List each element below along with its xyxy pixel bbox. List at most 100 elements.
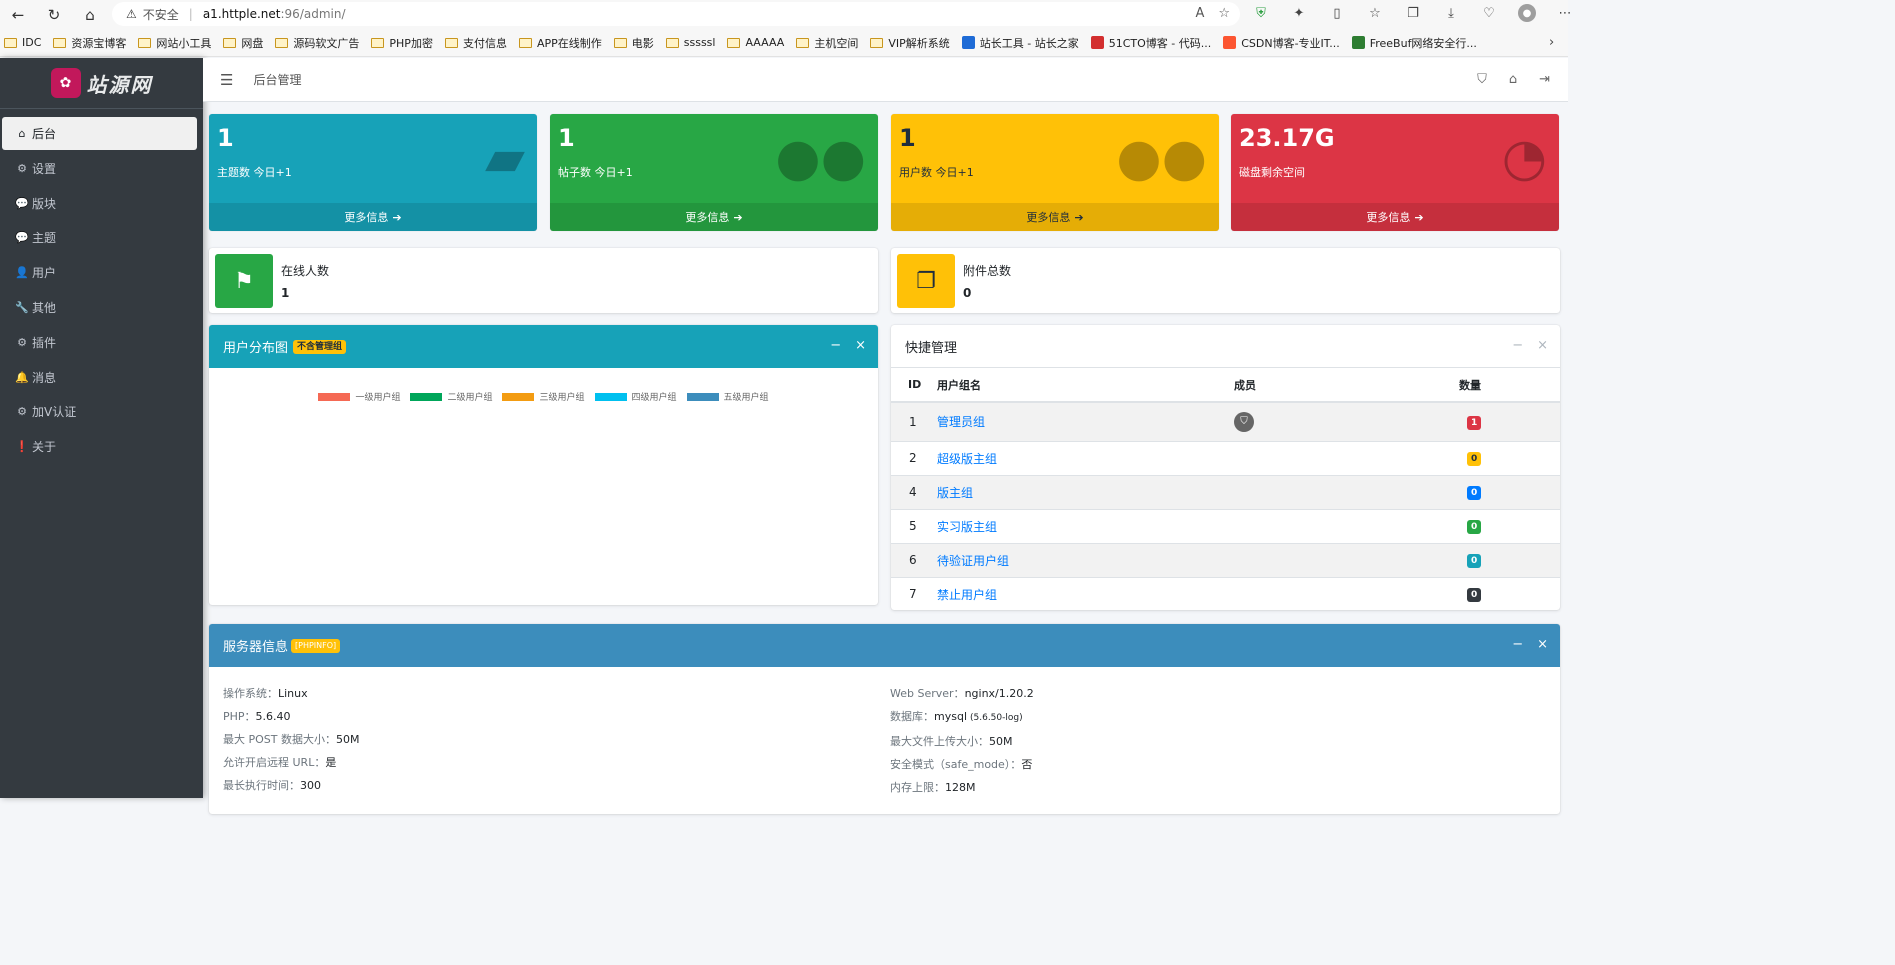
server-info-key: 最大文件上传大小： <box>890 735 989 748</box>
sidebar-item-1[interactable]: ⚙ 设置 <box>2 152 197 185</box>
split-screen-icon[interactable]: ▯ <box>1328 4 1346 22</box>
collections-icon[interactable]: ❐ <box>1404 4 1422 22</box>
sidebar-item-2[interactable]: 💬 版块 <box>2 187 197 220</box>
favorite-star-icon[interactable]: ☆ <box>1218 6 1230 21</box>
sidebar-item-9[interactable]: ❗ 关于 <box>2 430 197 463</box>
brand-logo[interactable]: ✿ 站源网 <box>0 58 203 109</box>
info-box-number: 1 <box>281 286 290 300</box>
legend-item[interactable]: 三级用户组 <box>502 390 585 403</box>
bookmark-item[interactable]: sssssl <box>665 36 715 49</box>
sidebar-item-label: 主题 <box>32 231 57 246</box>
server-info-value: 否 <box>1021 758 1033 771</box>
bookmark-item[interactable]: 资源宝博客 <box>53 35 126 51</box>
phpinfo-badge[interactable]: [PHPINFO] <box>291 638 341 653</box>
bookmark-item[interactable]: 网盘 <box>223 35 263 51</box>
usergroup-link[interactable]: 版主组 <box>937 486 973 500</box>
usergroup-link[interactable]: 待验证用户组 <box>937 554 1009 568</box>
bookmark-item[interactable]: APP在线制作 <box>518 35 602 51</box>
close-icon[interactable]: × <box>1537 637 1548 652</box>
close-icon[interactable]: × <box>1537 338 1548 353</box>
sidebar-item-8[interactable]: ⚙ 加V认证 <box>2 395 197 428</box>
extensions-icon[interactable]: ✦ <box>1290 4 1308 22</box>
home-icon[interactable]: ⌂ <box>80 5 100 25</box>
stat-label: 主题数 今日+1 <box>217 166 292 179</box>
legend-item[interactable]: 五级用户组 <box>686 390 769 403</box>
chevron-right-icon[interactable]: › <box>1549 35 1554 50</box>
table-row: 5 实习版主组 0 <box>891 508 1560 543</box>
card-header: 用户分布图 不含管理组 − × <box>209 325 878 368</box>
server-info-key: 操作系统： <box>223 687 278 700</box>
collapse-icon[interactable]: − <box>1512 338 1523 353</box>
more-info-link[interactable]: 更多信息 ➔ <box>550 203 878 231</box>
legend-item[interactable]: 一级用户组 <box>318 390 400 403</box>
shield-extension-icon[interactable]: ⛨ <box>1252 4 1270 22</box>
collapse-icon[interactable]: − <box>830 338 841 353</box>
bookmark-item[interactable]: IDC <box>4 36 41 49</box>
bookmark-item[interactable]: 主机空间 <box>796 35 858 51</box>
legend-item[interactable]: 四级用户组 <box>594 390 677 403</box>
profile-avatar-icon[interactable]: ● <box>1518 4 1536 22</box>
sidebar-item-0[interactable]: ⌂ 后台 <box>2 117 197 150</box>
close-icon[interactable]: × <box>855 338 866 353</box>
more-menu-icon[interactable]: ⋯ <box>1556 4 1574 22</box>
read-aloud-icon[interactable]: A <box>1195 6 1204 21</box>
bookmark-item[interactable]: CSDN博客-专业IT... <box>1223 35 1340 51</box>
avatar-icon[interactable]: ⛉ <box>1477 72 1487 87</box>
health-icon[interactable]: ♡ <box>1480 4 1498 22</box>
bookmark-label: 源码软文广告 <box>293 36 360 50</box>
back-arrow-icon[interactable]: ← <box>8 5 28 25</box>
bookmark-item[interactable]: 站长工具 - 站长之家 <box>961 35 1079 51</box>
gear-icon: ⚙ <box>17 161 27 175</box>
cell-count: 0 <box>1459 474 1560 509</box>
more-info-link[interactable]: 更多信息 ➔ <box>891 203 1219 231</box>
usergroup-link[interactable]: 禁止用户组 <box>937 588 997 602</box>
bookmark-item[interactable]: 源码软文广告 <box>275 35 359 51</box>
sidebar-item-6[interactable]: ⚙ 插件 <box>2 326 197 359</box>
more-info-link[interactable]: 更多信息 ➔ <box>1231 203 1559 231</box>
stat-card-2: 1 用户数 今日+1 ●● 更多信息 ➔ <box>891 114 1219 231</box>
collapse-icon[interactable]: − <box>1512 637 1523 652</box>
favorites-icon[interactable]: ☆ <box>1366 4 1384 22</box>
address-bar[interactable]: ⚠ 不安全 | a1.httple.net:96/admin/ A ☆ <box>112 2 1240 26</box>
info-box-text: 附件总数 <box>963 264 1012 278</box>
bookmark-item[interactable]: 网站小工具 <box>138 35 211 51</box>
sidebar-item-4[interactable]: 👤 用户 <box>2 256 197 289</box>
usergroup-link[interactable]: 管理员组 <box>937 415 985 429</box>
legend-item[interactable]: 二级用户组 <box>410 390 492 403</box>
more-info-link[interactable]: 更多信息 ➔ <box>209 203 537 231</box>
hamburger-menu-icon[interactable]: ☰ <box>220 71 233 89</box>
address-separator: | <box>188 7 193 21</box>
info-box-text: 在线人数 <box>281 264 330 278</box>
sidebar-item-5[interactable]: 🔧 其他 <box>2 291 197 324</box>
downloads-icon[interactable]: ⤓ <box>1442 4 1460 22</box>
breadcrumb[interactable]: 后台管理 <box>253 71 301 88</box>
bookmark-label: 网盘 <box>241 36 264 50</box>
bookmark-item[interactable]: 51CTO博客 - 代码... <box>1090 35 1212 51</box>
server-info-key: 安全模式（safe_mode）： <box>890 758 1022 771</box>
bookmark-item[interactable]: FreeBuf网络安全行... <box>1351 35 1477 51</box>
usergroup-link[interactable]: 超级版主组 <box>937 452 997 466</box>
bookmark-item[interactable]: AAAAA <box>727 36 784 49</box>
table-row: 1 管理员组 ⛉ 1 <box>891 401 1560 441</box>
bookmark-item[interactable]: VIP解析系统 <box>870 35 950 51</box>
bookmark-label: 51CTO博客 - 代码... <box>1108 36 1212 50</box>
home-icon[interactable]: ⌂ <box>1509 72 1517 87</box>
table-header-row: ID 用户组名 成员 数量 <box>891 368 1560 403</box>
sidebar-item-label: 设置 <box>32 161 57 176</box>
sidebar-item-7[interactable]: 🔔 消息 <box>2 361 197 394</box>
sidebar-item-3[interactable]: 💬 主题 <box>2 221 197 254</box>
count-badge: 1 <box>1467 415 1482 430</box>
bookmark-item[interactable]: 电影 <box>613 35 654 51</box>
url-path: :96/admin/ <box>280 7 346 21</box>
card-header: 服务器信息 [PHPINFO] − × <box>209 624 1560 667</box>
usergroup-link[interactable]: 实习版主组 <box>937 520 997 534</box>
bookmark-item[interactable]: 支付信息 <box>444 35 507 51</box>
stat-card-1: 1 帖子数 今日+1 ●● 更多信息 ➔ <box>550 114 878 231</box>
home-icon: ⌂ <box>18 127 26 140</box>
cell-count: 0 <box>1459 576 1560 610</box>
logout-icon[interactable]: ⇥ <box>1539 72 1550 87</box>
reload-icon[interactable]: ↻ <box>44 5 64 25</box>
cell-id: 7 <box>891 576 937 610</box>
member-avatar[interactable]: ⛉ <box>1234 411 1254 432</box>
bookmark-item[interactable]: PHP加密 <box>371 35 433 51</box>
